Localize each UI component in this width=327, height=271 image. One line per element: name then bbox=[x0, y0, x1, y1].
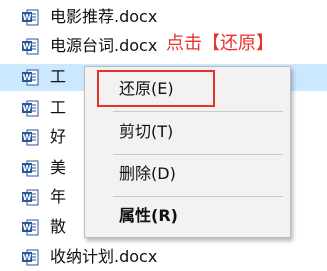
word-document-icon: W bbox=[22, 100, 39, 117]
menu-item-delete[interactable]: 删除(D) bbox=[85, 159, 290, 189]
svg-text:W: W bbox=[23, 193, 32, 202]
menu-item-label: 删除(D) bbox=[119, 164, 176, 183]
file-name: 电影推荐.docx bbox=[50, 7, 158, 26]
file-name: 收纳计划.docx bbox=[50, 247, 158, 266]
word-document-icon: W bbox=[22, 249, 39, 266]
context-menu: 还原(E) 剪切(T) 删除(D) 属性(R) bbox=[84, 66, 291, 238]
file-name: 电源台词.docx bbox=[50, 36, 158, 55]
file-name: 工 bbox=[50, 98, 67, 117]
file-row[interactable]: W 收纳计划.docx bbox=[0, 244, 327, 271]
file-name: 好 bbox=[50, 127, 67, 146]
svg-text:W: W bbox=[23, 164, 32, 173]
menu-item-properties[interactable]: 属性(R) bbox=[85, 201, 290, 231]
svg-text:W: W bbox=[23, 13, 32, 22]
file-row[interactable]: W 电影推荐.docx bbox=[0, 4, 327, 31]
word-document-icon: W bbox=[22, 219, 39, 236]
annotation-text: 点击【还原】 bbox=[166, 33, 274, 54]
word-document-icon: W bbox=[22, 129, 39, 146]
word-document-icon: W bbox=[22, 189, 39, 206]
menu-item-cut[interactable]: 剪切(T) bbox=[85, 117, 290, 147]
menu-item-label: 属性(R) bbox=[119, 206, 178, 225]
file-name: 散 bbox=[50, 217, 67, 236]
menu-separator bbox=[113, 111, 283, 112]
word-document-icon: W bbox=[22, 69, 39, 86]
menu-separator bbox=[113, 154, 283, 155]
word-document-icon: W bbox=[22, 38, 39, 55]
file-row[interactable]: W 电源台词.docx bbox=[0, 33, 327, 60]
svg-text:W: W bbox=[23, 73, 32, 82]
file-name: 年 bbox=[50, 187, 67, 206]
highlight-box bbox=[97, 70, 215, 107]
svg-text:W: W bbox=[23, 133, 32, 142]
menu-separator bbox=[113, 196, 283, 197]
file-name: 工 bbox=[50, 67, 67, 86]
menu-item-label: 剪切(T) bbox=[119, 122, 174, 141]
word-document-icon: W bbox=[22, 160, 39, 177]
svg-text:W: W bbox=[23, 223, 32, 232]
svg-text:W: W bbox=[23, 104, 32, 113]
file-name: 美 bbox=[50, 158, 67, 177]
svg-text:W: W bbox=[23, 253, 32, 262]
svg-text:W: W bbox=[23, 42, 32, 51]
word-document-icon: W bbox=[22, 9, 39, 26]
